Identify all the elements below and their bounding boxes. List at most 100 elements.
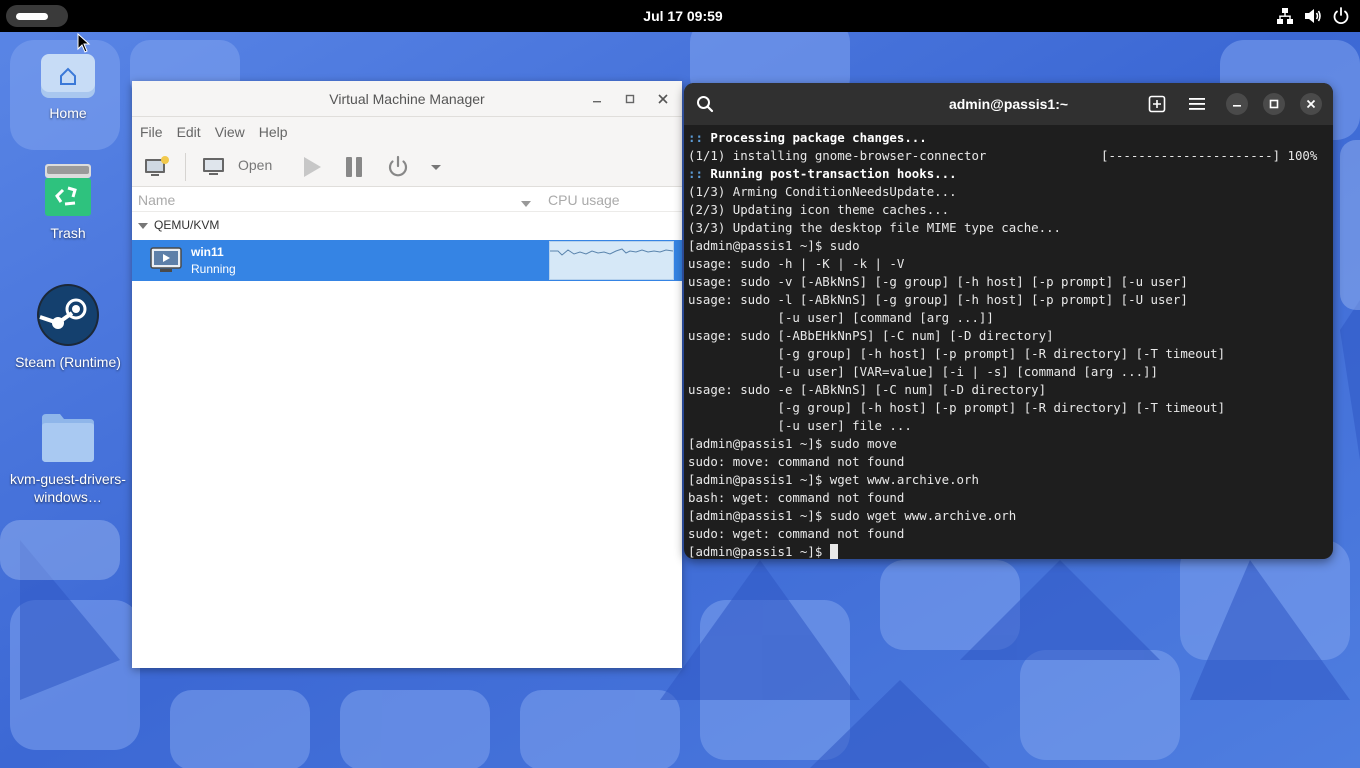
home-folder-icon <box>41 54 95 98</box>
open-button-label[interactable]: Open <box>238 157 272 173</box>
terminal-line: [-g group] [-h host] [-p prompt] [-R dir… <box>688 399 1333 417</box>
toolbar-separator <box>185 153 186 181</box>
terminal-line: [admin@passis1 ~]$ sudo move <box>688 435 1333 453</box>
line-text: usage: sudo [-ABbEHkNnPS] [-C num] [-D d… <box>688 328 1054 343</box>
terminal-line: [-u user] file ... <box>688 417 1333 435</box>
line-text: (3/3) Updating the desktop file MIME typ… <box>688 220 1061 235</box>
line-text: [-u user] file ... <box>688 418 912 433</box>
cpu-usage-graph <box>549 241 674 280</box>
line-text: bash: wget: command not found <box>688 490 905 505</box>
connection-group[interactable]: QEMU/KVM <box>132 212 682 240</box>
minimize-icon <box>593 101 601 103</box>
maximize-button[interactable] <box>1263 93 1285 115</box>
connection-name: QEMU/KVM <box>154 218 220 232</box>
desktop-icon-steam[interactable]: Steam (Runtime) <box>1 283 135 371</box>
new-tab-button[interactable] <box>1146 93 1168 115</box>
terminal-headerbar[interactable]: admin@passis1:~ <box>684 83 1333 125</box>
sort-chevron-down-icon[interactable] <box>520 195 532 211</box>
hamburger-menu-icon <box>1189 98 1205 110</box>
menu-view[interactable]: View <box>215 117 245 147</box>
text-cursor <box>829 544 838 559</box>
main-menu-button[interactable] <box>1186 93 1208 115</box>
play-icon <box>304 157 321 177</box>
line-text: usage: sudo -l [-ABkNnS] [-g group] [-h … <box>688 292 1188 307</box>
desktop-icon-label: kvm-guest-drivers-windows… <box>10 471 126 505</box>
close-button[interactable] <box>653 89 673 109</box>
line-text: [admin@passis1 ~]$ <box>688 544 830 559</box>
terminal-line: :: Running post-transaction hooks... <box>688 165 1333 183</box>
volume-icon[interactable] <box>1304 6 1322 26</box>
terminal-line: (1/1) installing gnome-browser-connector… <box>688 147 1333 165</box>
network-icon[interactable] <box>1276 6 1294 26</box>
vm-row-selected[interactable]: win11 Running <box>132 240 682 281</box>
new-vm-button[interactable] <box>144 155 170 179</box>
desktop-icon-home[interactable]: Home <box>1 54 135 122</box>
system-tray[interactable] <box>1276 6 1350 26</box>
monitor-icon <box>203 158 224 175</box>
pause-button[interactable] <box>342 155 366 179</box>
new-tab-icon <box>1148 95 1166 113</box>
terminal-line: :: Processing package changes... <box>688 129 1333 147</box>
minimize-button[interactable] <box>1226 93 1248 115</box>
terminal-line: [-u user] [VAR=value] [-i | -s] [command… <box>688 363 1333 381</box>
line-text: usage: sudo -v [-ABkNnS] [-g group] [-h … <box>688 274 1188 289</box>
pause-icon <box>346 157 362 177</box>
clock[interactable]: Jul 17 09:59 <box>0 0 1360 32</box>
power-icon[interactable] <box>1332 6 1350 26</box>
terminal-line: usage: sudo -l [-ABkNnS] [-g group] [-h … <box>688 291 1333 309</box>
menu-bar: File Edit View Help <box>132 117 682 147</box>
expander-icon[interactable] <box>138 223 148 229</box>
desktop-icon-kvm-folder[interactable]: kvm-guest-drivers-windows… <box>1 410 135 506</box>
terminal-window[interactable]: admin@passis1:~ :: Processing package ch… <box>684 83 1333 559</box>
terminal-line: [admin@passis1 ~]$ sudo wget www.archive… <box>688 507 1333 525</box>
line-text: [admin@passis1 ~]$ sudo wget www.archive… <box>688 508 1017 523</box>
terminal-line: usage: sudo -h | -K | -k | -V <box>688 255 1333 273</box>
mouse-pointer-icon <box>77 33 91 53</box>
desktop-icon-trash[interactable]: Trash <box>1 164 135 242</box>
terminal-output[interactable]: :: Processing package changes... (1/1) in… <box>684 125 1333 559</box>
terminal-line: usage: sudo [-ABbEHkNnPS] [-C num] [-D d… <box>688 327 1333 345</box>
window-titlebar[interactable]: Virtual Machine Manager <box>132 81 682 117</box>
terminal-line: (1/3) Arming ConditionNeedsUpdate... <box>688 183 1333 201</box>
open-console-button[interactable] <box>202 155 226 179</box>
virtual-machine-manager-window[interactable]: Virtual Machine Manager File Edit View H… <box>132 81 682 668</box>
shutdown-dropdown-button[interactable] <box>428 155 444 179</box>
line-text: sudo: move: command not found <box>688 454 905 469</box>
line-prefix: :: <box>688 130 703 145</box>
vm-monitor-icon <box>150 247 182 272</box>
terminal-line: usage: sudo -v [-ABkNnS] [-g group] [-h … <box>688 273 1333 291</box>
line-text: (2/3) Updating icon theme caches... <box>688 202 950 217</box>
column-header: Name CPU usage <box>132 187 682 212</box>
column-name[interactable]: Name <box>138 192 175 208</box>
menu-file[interactable]: File <box>140 117 163 147</box>
column-cpu-usage[interactable]: CPU usage <box>548 192 620 208</box>
terminal-line: (3/3) Updating the desktop file MIME typ… <box>688 219 1333 237</box>
top-bar: Jul 17 09:59 <box>0 0 1360 32</box>
close-button[interactable] <box>1300 93 1322 115</box>
terminal-line: bash: wget: command not found <box>688 489 1333 507</box>
line-text: (1/3) Arming ConditionNeedsUpdate... <box>688 184 957 199</box>
terminal-line: [-u user] [command [arg ...]] <box>688 309 1333 327</box>
line-text: [-g group] [-h host] [-p prompt] [-R dir… <box>688 346 1226 361</box>
maximize-button[interactable] <box>620 89 640 109</box>
line-text: (1/1) installing gnome-browser-connector <box>688 148 987 163</box>
menu-help[interactable]: Help <box>259 117 288 147</box>
close-icon <box>1306 99 1316 109</box>
shutdown-button[interactable] <box>386 155 410 179</box>
menu-edit[interactable]: Edit <box>177 117 201 147</box>
line-text: [-g group] [-h host] [-p prompt] [-R dir… <box>688 400 1226 415</box>
run-button[interactable] <box>300 155 324 179</box>
line-text: [-u user] [VAR=value] [-i | -s] [command… <box>688 364 1158 379</box>
line-text: sudo: wget: command not found <box>688 526 905 541</box>
desktop-icon-label: Trash <box>50 225 86 241</box>
line-text: [admin@passis1 ~]$ sudo move <box>688 436 897 451</box>
power-icon <box>388 155 408 177</box>
minimize-button[interactable] <box>587 89 607 109</box>
terminal-line: sudo: wget: command not found <box>688 525 1333 543</box>
new-vm-icon <box>145 156 169 176</box>
terminal-line: [-g group] [-h host] [-p prompt] [-R dir… <box>688 345 1333 363</box>
terminal-line: [admin@passis1 ~]$ sudo <box>688 237 1333 255</box>
line-text: Running post-transaction hooks... <box>702 166 957 181</box>
terminal-line: (2/3) Updating icon theme caches... <box>688 201 1333 219</box>
line-text: [-u user] [command [arg ...]] <box>688 310 994 325</box>
